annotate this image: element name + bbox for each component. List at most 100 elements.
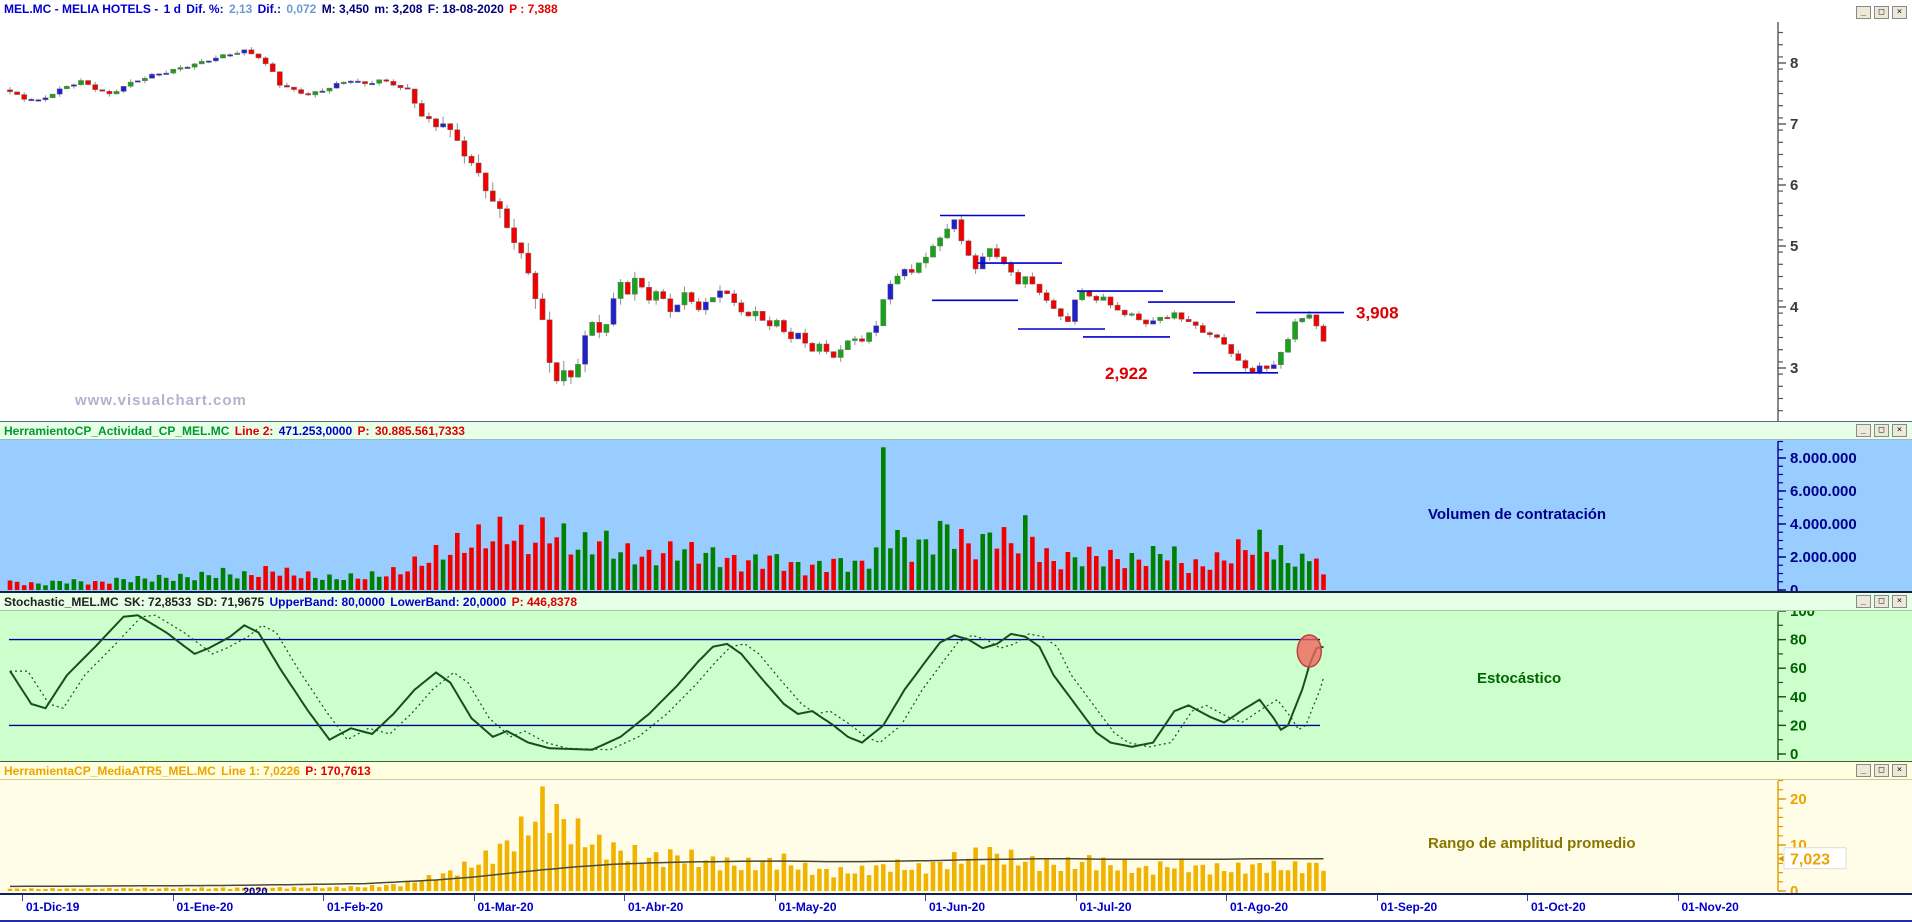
maximize-button[interactable]: □ xyxy=(1874,595,1889,608)
header-segment: P: 446,8378 xyxy=(511,595,578,609)
svg-text:8: 8 xyxy=(1790,55,1798,72)
svg-text:6: 6 xyxy=(1790,177,1798,194)
time-tick xyxy=(925,895,926,901)
stochastic-panel-label: Estocástico xyxy=(1477,670,1562,687)
time-tick-label: 01-Oct-20 xyxy=(1531,900,1586,914)
header-segment: Line 1: 7,0226 xyxy=(221,764,300,778)
time-tick xyxy=(473,895,475,901)
sd-line xyxy=(10,614,1325,751)
svg-text:4: 4 xyxy=(1790,299,1799,316)
volume-panel[interactable]: HerramientoCP_Actividad_CP_MEL.MC Line 2… xyxy=(0,422,1912,593)
time-tick-label: 01-Sep-20 xyxy=(1380,900,1438,914)
header-segment: 0,072 xyxy=(286,2,317,16)
time-axis[interactable]: 01-Dic-19 01-Ene-20 01-Feb-20 01-Mar-20 01-A… xyxy=(0,895,1912,922)
atr-current-value-box: 7,023 xyxy=(1778,847,1847,870)
minimize-button[interactable]: _ xyxy=(1856,424,1871,437)
candles-layer xyxy=(7,47,1327,386)
maximize-button[interactable]: □ xyxy=(1874,6,1889,19)
panel-separator xyxy=(0,761,1912,762)
svg-text:100: 100 xyxy=(1790,611,1815,620)
svg-text:20: 20 xyxy=(1790,717,1807,734)
time-tick-label: 01-Abr-20 xyxy=(628,900,684,914)
minimize-button[interactable]: _ xyxy=(1856,764,1871,777)
svg-text:5: 5 xyxy=(1790,238,1798,255)
time-tick-label: 01-Ago-20 xyxy=(1230,900,1289,914)
minimize-button[interactable]: _ xyxy=(1856,6,1871,19)
header-segment: 30.885.561,7333 xyxy=(374,424,465,438)
header-segment: P: 170,7613 xyxy=(305,764,371,778)
header-segment: 471.253,0000 xyxy=(278,424,353,438)
time-tick xyxy=(1075,895,1077,901)
header-segment: P : 7,388 xyxy=(509,2,558,16)
y-axis: 8.000.0006.000.0004.000.0002.000.0000 xyxy=(1777,440,1857,593)
header-segment: Stochastic_MEL.MC xyxy=(4,595,119,609)
close-button[interactable]: × xyxy=(1892,595,1907,608)
sk-line xyxy=(9,614,1324,751)
svg-text:6.000.000: 6.000.000 xyxy=(1790,483,1857,500)
close-button[interactable]: × xyxy=(1892,764,1907,777)
header-segment: P: xyxy=(357,424,370,438)
time-tick-label: 01-Jul-20 xyxy=(1079,900,1132,914)
volume-bars-layer xyxy=(7,447,1326,590)
minimize-button[interactable]: _ xyxy=(1856,595,1871,608)
time-tick-label: 01-May-20 xyxy=(778,900,837,914)
header-segment: SK: 72,8533 xyxy=(124,595,192,609)
svg-text:3: 3 xyxy=(1790,360,1798,377)
svg-text:60: 60 xyxy=(1790,660,1807,677)
svg-text:2.000.000: 2.000.000 xyxy=(1790,549,1857,566)
time-tick xyxy=(774,895,776,901)
volume-panel-label: Volumen de contratación xyxy=(1428,506,1607,523)
time-tick xyxy=(1527,895,1528,901)
volume-bars-chart[interactable]: 8.000.0006.000.0004.000.0002.000.0000 xyxy=(0,440,1912,593)
time-tick xyxy=(1226,895,1227,901)
candlestick-chart[interactable]: 8 7 6 5 4 3 3,908 2,922 xyxy=(0,0,1912,422)
atr-panel[interactable]: HerramientaCP_MediaATR5_MEL.MC Line 1: 7… xyxy=(0,762,1912,898)
stochastic-panel[interactable]: Stochastic_MEL.MC SK: 72,8533 SD: 71,967… xyxy=(0,593,1912,762)
time-tick-label: 01-Feb-20 xyxy=(327,900,384,914)
header-segment: LowerBand: 20,0000 xyxy=(390,595,507,609)
time-tick-label: 01-Nov-20 xyxy=(1681,900,1739,914)
stochastic-indicator-title-bar[interactable]: Stochastic_MEL.MC SK: 72,8533 SD: 71,967… xyxy=(0,593,1912,611)
atr-bars-layer xyxy=(7,786,1326,891)
svg-text:20: 20 xyxy=(1790,791,1807,808)
maximize-button[interactable]: □ xyxy=(1874,424,1889,437)
close-button[interactable]: × xyxy=(1892,424,1907,437)
header-segment: m: 3,208 xyxy=(374,2,423,16)
stochastic-bands[interactable] xyxy=(9,638,1320,727)
visualchart-watermark: www.visualchart.com xyxy=(75,392,247,409)
y-axis: 100 80 60 40 20 0 xyxy=(1777,611,1815,762)
header-segment: 2,13 xyxy=(228,2,253,16)
svg-text:4.000.000: 4.000.000 xyxy=(1790,516,1857,533)
stochastic-chart[interactable]: 100 80 60 40 20 0 xyxy=(0,611,1912,762)
svg-text:80: 80 xyxy=(1790,632,1807,649)
svg-text:0: 0 xyxy=(1790,746,1798,762)
resistance-lines-layer[interactable]: 3,908 2,922 xyxy=(932,214,1399,383)
stochastic-window-buttons[interactable]: _ □ × xyxy=(1856,595,1907,608)
atr-indicator-title-bar[interactable]: HerramientaCP_MediaATR5_MEL.MC Line 1: 7… xyxy=(0,762,1912,780)
atr-window-buttons[interactable]: _ □ × xyxy=(1856,764,1907,777)
main-window-buttons[interactable]: _ □ × xyxy=(1856,6,1907,19)
volume-window-buttons[interactable]: _ □ × xyxy=(1856,424,1907,437)
header-segment: UpperBand: 80,0000 xyxy=(269,595,385,609)
visual-chart-workspace: { "app": {"name_note": "Visual Chart sty… xyxy=(0,0,1912,922)
header-segment: F: 18-08-2020 xyxy=(427,2,504,16)
y-axis: 20100 xyxy=(1777,780,1807,893)
main-chart-panel[interactable]: 8 7 6 5 4 3 3,908 2,922 MEL.MC - MELIA HOTELS -… xyxy=(0,0,1912,422)
volume-indicator-title-bar[interactable]: HerramientoCP_Actividad_CP_MEL.MC Line 2… xyxy=(0,422,1912,440)
header-segment: Line 2: xyxy=(234,424,274,438)
panel-separator xyxy=(0,591,1912,593)
time-tick xyxy=(22,895,23,901)
time-tick xyxy=(323,895,324,901)
signal-highlight-circle[interactable] xyxy=(1296,634,1323,668)
y-axis: 8 7 6 5 4 3 xyxy=(1777,22,1799,421)
time-tick-label: 01-Ene-20 xyxy=(176,900,234,914)
svg-text:7,023: 7,023 xyxy=(1790,852,1830,869)
svg-text:0: 0 xyxy=(1790,883,1798,893)
close-button[interactable]: × xyxy=(1892,6,1907,19)
header-segment: HerramientoCP_Actividad_CP_MEL.MC xyxy=(4,424,230,438)
time-tick-label: 01-Jun-20 xyxy=(929,900,986,914)
chart-title-bar[interactable]: MEL.MC - MELIA HOTELS - 1 d Dif. %: 2,13… xyxy=(0,0,1912,18)
panel-separator xyxy=(0,421,1912,422)
maximize-button[interactable]: □ xyxy=(1874,764,1889,777)
price-level-label: 2,922 xyxy=(1105,364,1148,383)
